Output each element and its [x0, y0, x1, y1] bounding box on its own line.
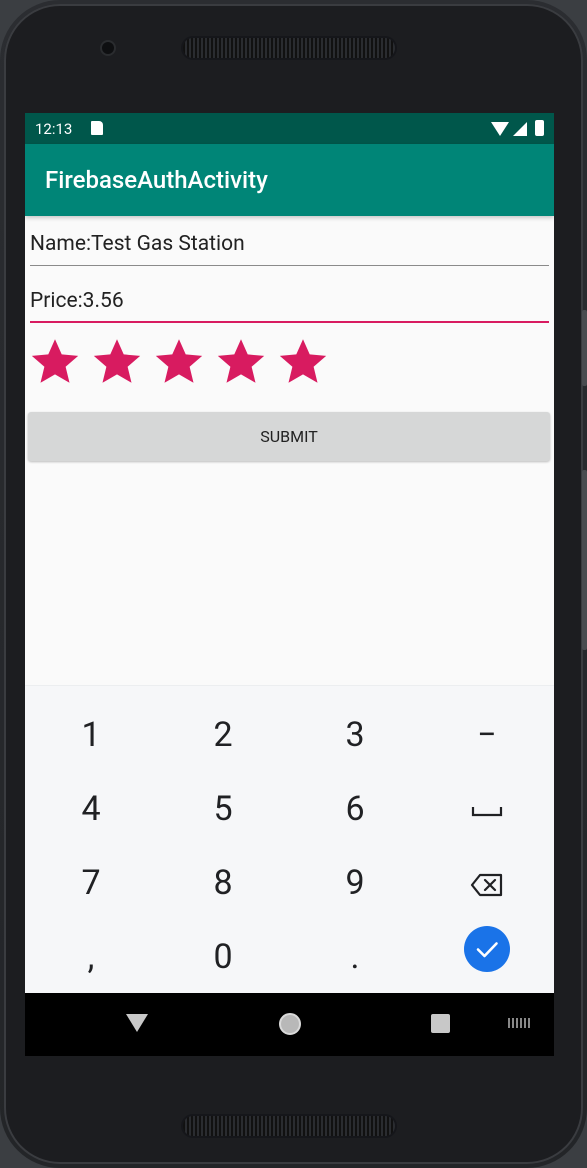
key-9[interactable]: 9: [289, 846, 421, 920]
key-2[interactable]: 2: [157, 698, 289, 772]
sd-card-icon: [91, 121, 103, 135]
key-8[interactable]: 8: [157, 846, 289, 920]
top-speaker: [183, 38, 395, 58]
key-3[interactable]: 3: [289, 698, 421, 772]
keyboard-switch-icon[interactable]: [508, 1018, 530, 1028]
done-check-icon: [464, 926, 510, 973]
key-minus[interactable]: −: [421, 698, 553, 772]
battery-icon: [535, 119, 544, 136]
app-bar: FirebaseAuthActivity: [25, 144, 554, 216]
key-period[interactable]: .: [289, 920, 421, 994]
key-0[interactable]: 0: [157, 920, 289, 994]
key-done[interactable]: [421, 910, 553, 984]
key-space[interactable]: [421, 772, 553, 846]
key-5[interactable]: 5: [157, 772, 289, 846]
backspace-icon: [470, 873, 503, 897]
space-icon: [471, 807, 503, 817]
star-icon-5[interactable]: [277, 336, 329, 388]
status-time: 12:13: [35, 120, 73, 138]
status-icons: [491, 119, 544, 136]
price-field-underline: [30, 321, 549, 323]
front-camera: [102, 42, 114, 54]
key-4[interactable]: 4: [25, 772, 157, 846]
numeric-keyboard: 1 2 3 − 4 5 6 7 8 9 , 0 .: [25, 685, 554, 994]
bottom-speaker: [183, 1116, 395, 1136]
name-field[interactable]: Name:Test Gas Station: [30, 226, 549, 266]
name-field-underline: [30, 265, 549, 266]
screen: 12:13 FirebaseAuthActivity Name:Test Gas…: [25, 113, 554, 1056]
name-field-text: Name:Test Gas Station: [30, 232, 245, 256]
power-button[interactable]: [582, 310, 587, 386]
home-icon[interactable]: [279, 1013, 301, 1035]
key-backspace[interactable]: [421, 846, 553, 920]
phone-frame: 12:13 FirebaseAuthActivity Name:Test Gas…: [0, 0, 587, 1168]
star-icon-1[interactable]: [29, 336, 81, 388]
key-comma[interactable]: ,: [25, 920, 157, 994]
star-icon-3[interactable]: [153, 336, 205, 388]
key-6[interactable]: 6: [289, 772, 421, 846]
price-field-text: Price:3.56: [30, 289, 124, 313]
rating-bar[interactable]: [29, 336, 329, 388]
star-icon-2[interactable]: [91, 336, 143, 388]
status-bar: 12:13: [25, 113, 554, 144]
submit-button[interactable]: SUBMIT: [28, 412, 550, 461]
navigation-bar: [25, 993, 554, 1056]
wifi-icon: [491, 121, 509, 136]
key-7[interactable]: 7: [25, 846, 157, 920]
app-title: FirebaseAuthActivity: [45, 166, 268, 194]
price-field[interactable]: Price:3.56: [30, 283, 549, 323]
back-icon[interactable]: [126, 1014, 148, 1032]
key-1[interactable]: 1: [25, 698, 157, 772]
signal-icon: [513, 122, 527, 136]
volume-button[interactable]: [582, 470, 587, 650]
recents-icon[interactable]: [431, 1014, 450, 1033]
star-icon-4[interactable]: [215, 336, 267, 388]
